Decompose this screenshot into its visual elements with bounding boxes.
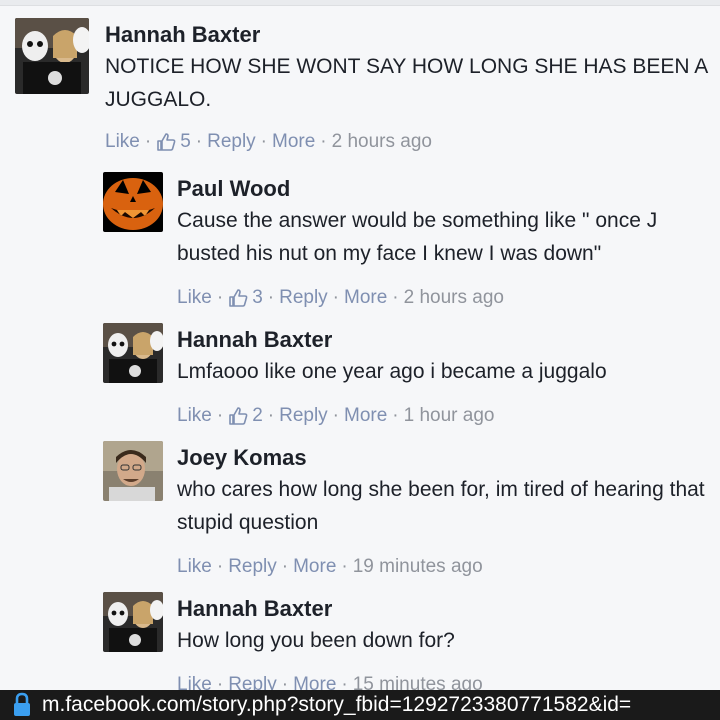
more-button[interactable]: More: [272, 130, 315, 154]
like-button[interactable]: Like: [177, 555, 212, 579]
separator: ·: [195, 131, 203, 152]
separator: ·: [144, 131, 152, 152]
comment-actions: Like · Reply · More · 19 minutes ago: [177, 555, 707, 579]
reply-button[interactable]: Reply: [279, 404, 328, 428]
avatar-couple-photo: [103, 592, 163, 652]
comment-text: NOTICE HOW SHE WONT SAY HOW LONG SHE HAS…: [105, 55, 708, 111]
comment-text: who cares how long she been for, im tire…: [177, 478, 705, 534]
comment-reply: Paul Wood Cause the answer would be some…: [103, 172, 713, 310]
more-button[interactable]: More: [293, 555, 336, 579]
like-count-value: 3: [252, 287, 263, 308]
top-divider: [0, 0, 720, 6]
thumbs-up-icon: [157, 133, 176, 151]
url-text[interactable]: m.facebook.com/story.php?story_fbid=1292…: [42, 693, 631, 717]
comment-author[interactable]: Hannah Baxter: [177, 596, 332, 622]
like-count-value: 2: [252, 405, 263, 426]
separator: ·: [392, 405, 399, 426]
separator: ·: [216, 405, 224, 426]
like-count[interactable]: 3: [228, 286, 263, 310]
avatar-man-photo: [103, 441, 163, 501]
timestamp[interactable]: 1 hour ago: [404, 404, 495, 428]
comment-actions: Like · 3 · Reply · More · 2 hours ago: [177, 286, 707, 310]
comment-reply: Hannah Baxter How long you been down for…: [103, 592, 713, 697]
comment-actions: Like · 5 · Reply · More · 2 hours ago: [105, 130, 715, 154]
more-button[interactable]: More: [344, 286, 387, 310]
timestamp[interactable]: 2 hours ago: [332, 130, 432, 154]
like-button[interactable]: Like: [177, 286, 212, 310]
comment-reply: Hannah Baxter Lmfaooo like one year ago …: [103, 323, 713, 428]
like-button[interactable]: Like: [177, 404, 212, 428]
comment-author[interactable]: Joey Komas: [177, 445, 307, 471]
avatar[interactable]: [15, 18, 89, 94]
comment-author[interactable]: Paul Wood: [177, 176, 290, 202]
comment: Hannah Baxter NOTICE HOW SHE WONT SAY HO…: [15, 18, 715, 154]
avatar-couple-photo: [103, 323, 163, 383]
reply-button[interactable]: Reply: [228, 555, 277, 579]
thumbs-up-icon: [229, 289, 248, 307]
separator: ·: [332, 287, 339, 308]
timestamp[interactable]: 19 minutes ago: [353, 555, 483, 579]
timestamp[interactable]: 2 hours ago: [404, 286, 504, 310]
avatar[interactable]: [103, 592, 163, 652]
comment-text: Lmfaooo like one year ago i became a jug…: [177, 360, 607, 383]
browser-url-bar[interactable]: m.facebook.com/story.php?story_fbid=1292…: [0, 690, 720, 720]
separator: ·: [267, 405, 275, 426]
comment-text: Cause the answer would be something like…: [177, 209, 658, 265]
comment-author[interactable]: Hannah Baxter: [105, 22, 260, 48]
thumbs-up-icon: [229, 407, 248, 425]
comment-author[interactable]: Hannah Baxter: [177, 327, 332, 353]
avatar[interactable]: [103, 441, 163, 501]
separator: ·: [216, 556, 224, 577]
reply-button[interactable]: Reply: [207, 130, 256, 154]
separator: ·: [320, 131, 327, 152]
avatar[interactable]: [103, 323, 163, 383]
avatar[interactable]: [103, 172, 163, 232]
comment-text: How long you been down for?: [177, 629, 455, 652]
separator: ·: [267, 287, 275, 308]
separator: ·: [260, 131, 267, 152]
like-count[interactable]: 2: [228, 404, 263, 428]
separator: ·: [392, 287, 399, 308]
like-count-value: 5: [180, 131, 191, 152]
reply-button[interactable]: Reply: [279, 286, 328, 310]
like-count[interactable]: 5: [156, 130, 191, 154]
more-button[interactable]: More: [344, 404, 387, 428]
avatar-pumpkin-photo: [103, 172, 163, 232]
comment-reply: Joey Komas who cares how long she been f…: [103, 441, 713, 579]
separator: ·: [281, 556, 289, 577]
separator: ·: [332, 405, 339, 426]
separator: ·: [341, 556, 348, 577]
comment-actions: Like · 2 · Reply · More · 1 hour ago: [177, 404, 707, 428]
lock-icon: [14, 692, 30, 716]
separator: ·: [216, 287, 224, 308]
avatar-couple-photo: [15, 18, 89, 94]
like-button[interactable]: Like: [105, 130, 140, 154]
